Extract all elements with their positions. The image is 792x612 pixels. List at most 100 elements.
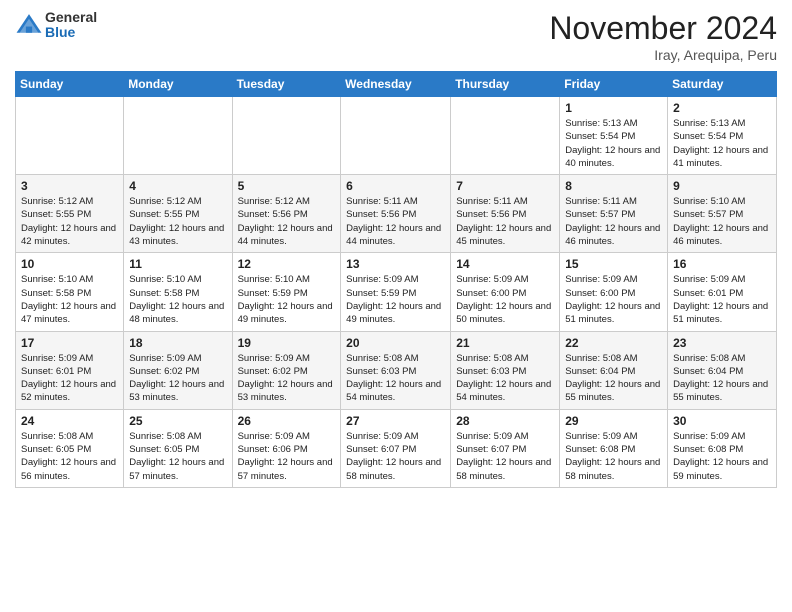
- calendar-cell: 29Sunrise: 5:09 AM Sunset: 6:08 PM Dayli…: [560, 409, 668, 487]
- calendar-cell: 28 Sunrise: 5:09 AM Sunset: 6:07 PM Dayli…: [451, 409, 560, 487]
- calendar-cell: 15Sunrise: 5:09 AM Sunset: 6:00 PM Dayli…: [560, 253, 668, 331]
- calendar-cell: 19Sunrise: 5:09 AM Sunset: 6:02 PM Dayli…: [232, 331, 341, 409]
- calendar-cell: 9 Sunrise: 5:10 AM Sunset: 5:57 PM Daylig…: [668, 175, 777, 253]
- logo-general-text: General: [45, 10, 97, 25]
- calendar-header-monday: Monday: [124, 72, 232, 97]
- day-info: Sunrise: 5:08 AM Sunset: 6:04 PM Dayligh…: [565, 352, 662, 405]
- day-number: 4: [129, 179, 226, 193]
- calendar-cell: 27 Sunrise: 5:09 AM Sunset: 6:07 PM Dayli…: [341, 409, 451, 487]
- day-info: Sunrise: 5:13 AM Sunset: 5:54 PM Dayligh…: [673, 117, 771, 170]
- day-info: Sunrise: 5:09 AM Sunset: 6:07 PM Dayligh…: [346, 430, 445, 483]
- month-title: November 2024: [549, 10, 777, 47]
- day-number: 8: [565, 179, 662, 193]
- calendar-header-sunday: Sunday: [16, 72, 124, 97]
- page: General Blue November 2024 Iray, Arequip…: [0, 0, 792, 503]
- day-info: Sunrise: 5:10 AM Sunset: 5:58 PM Dayligh…: [129, 273, 226, 326]
- calendar-cell: 18 Sunrise: 5:09 AM Sunset: 6:02 PM Dayli…: [124, 331, 232, 409]
- day-number: 9: [673, 179, 771, 193]
- day-info: Sunrise: 5:09 AM Sunset: 6:06 PM Dayligh…: [238, 430, 336, 483]
- day-number: 21: [456, 336, 554, 350]
- calendar-cell: 26 Sunrise: 5:09 AM Sunset: 6:06 PM Dayli…: [232, 409, 341, 487]
- day-info: Sunrise: 5:09 AM Sunset: 6:01 PM Dayligh…: [21, 352, 118, 405]
- day-info: Sunrise: 5:09 AM Sunset: 6:00 PM Dayligh…: [456, 273, 554, 326]
- day-info: Sunrise: 5:10 AM Sunset: 5:57 PM Dayligh…: [673, 195, 771, 248]
- calendar-cell: 22 Sunrise: 5:08 AM Sunset: 6:04 PM Dayli…: [560, 331, 668, 409]
- day-number: 26: [238, 414, 336, 428]
- day-info: Sunrise: 5:10 AM Sunset: 5:58 PM Dayligh…: [21, 273, 118, 326]
- calendar-cell: 5 Sunrise: 5:12 AM Sunset: 5:56 PM Daylig…: [232, 175, 341, 253]
- calendar-cell: 24Sunrise: 5:08 AM Sunset: 6:05 PM Dayli…: [16, 409, 124, 487]
- calendar-week-3: 10 Sunrise: 5:10 AM Sunset: 5:58 PM Dayli…: [16, 253, 777, 331]
- day-number: 6: [346, 179, 445, 193]
- calendar-cell: 13 Sunrise: 5:09 AM Sunset: 5:59 PM Dayli…: [341, 253, 451, 331]
- day-info: Sunrise: 5:09 AM Sunset: 6:01 PM Dayligh…: [673, 273, 771, 326]
- day-info: Sunrise: 5:08 AM Sunset: 6:04 PM Dayligh…: [673, 352, 771, 405]
- day-number: 28: [456, 414, 554, 428]
- day-number: 12: [238, 257, 336, 271]
- calendar-cell: 12 Sunrise: 5:10 AM Sunset: 5:59 PM Dayli…: [232, 253, 341, 331]
- day-number: 10: [21, 257, 118, 271]
- logo-blue-text: Blue: [45, 25, 97, 40]
- calendar: SundayMondayTuesdayWednesdayThursdayFrid…: [15, 71, 777, 488]
- calendar-cell: [124, 97, 232, 175]
- day-info: Sunrise: 5:12 AM Sunset: 5:55 PM Dayligh…: [129, 195, 226, 248]
- day-number: 23: [673, 336, 771, 350]
- day-info: Sunrise: 5:08 AM Sunset: 6:03 PM Dayligh…: [456, 352, 554, 405]
- calendar-cell: 11 Sunrise: 5:10 AM Sunset: 5:58 PM Dayli…: [124, 253, 232, 331]
- calendar-cell: 23 Sunrise: 5:08 AM Sunset: 6:04 PM Dayli…: [668, 331, 777, 409]
- calendar-cell: [232, 97, 341, 175]
- calendar-cell: 2Sunrise: 5:13 AM Sunset: 5:54 PM Daylig…: [668, 97, 777, 175]
- day-info: Sunrise: 5:11 AM Sunset: 5:56 PM Dayligh…: [346, 195, 445, 248]
- calendar-cell: 25Sunrise: 5:08 AM Sunset: 6:05 PM Dayli…: [124, 409, 232, 487]
- calendar-header-wednesday: Wednesday: [341, 72, 451, 97]
- day-number: 1: [565, 101, 662, 115]
- calendar-cell: [451, 97, 560, 175]
- day-info: Sunrise: 5:11 AM Sunset: 5:56 PM Dayligh…: [456, 195, 554, 248]
- calendar-cell: [341, 97, 451, 175]
- day-number: 14: [456, 257, 554, 271]
- day-info: Sunrise: 5:13 AM Sunset: 5:54 PM Dayligh…: [565, 117, 662, 170]
- day-number: 30: [673, 414, 771, 428]
- calendar-cell: 20Sunrise: 5:08 AM Sunset: 6:03 PM Dayli…: [341, 331, 451, 409]
- calendar-cell: 3Sunrise: 5:12 AM Sunset: 5:55 PM Daylig…: [16, 175, 124, 253]
- title-block: November 2024 Iray, Arequipa, Peru: [549, 10, 777, 63]
- day-number: 29: [565, 414, 662, 428]
- day-info: Sunrise: 5:08 AM Sunset: 6:05 PM Dayligh…: [21, 430, 118, 483]
- calendar-cell: 1 Sunrise: 5:13 AM Sunset: 5:54 PM Daylig…: [560, 97, 668, 175]
- day-info: Sunrise: 5:09 AM Sunset: 6:02 PM Dayligh…: [129, 352, 226, 405]
- day-number: 16: [673, 257, 771, 271]
- calendar-cell: 8 Sunrise: 5:11 AM Sunset: 5:57 PM Daylig…: [560, 175, 668, 253]
- calendar-week-2: 3 Sunrise: 5:12 AM Sunset: 5:55 PM Daylig…: [16, 175, 777, 253]
- day-info: Sunrise: 5:09 AM Sunset: 6:08 PM Dayligh…: [673, 430, 771, 483]
- location: Iray, Arequipa, Peru: [549, 47, 777, 63]
- day-info: Sunrise: 5:10 AM Sunset: 5:59 PM Dayligh…: [238, 273, 336, 326]
- day-info: Sunrise: 5:09 AM Sunset: 6:07 PM Dayligh…: [456, 430, 554, 483]
- day-number: 11: [129, 257, 226, 271]
- calendar-cell: 7 Sunrise: 5:11 AM Sunset: 5:56 PM Daylig…: [451, 175, 560, 253]
- header: General Blue November 2024 Iray, Arequip…: [15, 10, 777, 63]
- day-number: 18: [129, 336, 226, 350]
- day-number: 13: [346, 257, 445, 271]
- logo-icon: [15, 11, 43, 39]
- calendar-header-friday: Friday: [560, 72, 668, 97]
- day-info: Sunrise: 5:09 AM Sunset: 5:59 PM Dayligh…: [346, 273, 445, 326]
- day-number: 27: [346, 414, 445, 428]
- calendar-cell: 30 Sunrise: 5:09 AM Sunset: 6:08 PM Dayli…: [668, 409, 777, 487]
- calendar-header-row: SundayMondayTuesdayWednesdayThursdayFrid…: [16, 72, 777, 97]
- day-info: Sunrise: 5:08 AM Sunset: 6:05 PM Dayligh…: [129, 430, 226, 483]
- day-number: 17: [21, 336, 118, 350]
- day-info: Sunrise: 5:09 AM Sunset: 6:00 PM Dayligh…: [565, 273, 662, 326]
- day-number: 3: [21, 179, 118, 193]
- calendar-cell: 6 Sunrise: 5:11 AM Sunset: 5:56 PM Daylig…: [341, 175, 451, 253]
- logo: General Blue: [15, 10, 97, 41]
- day-info: Sunrise: 5:11 AM Sunset: 5:57 PM Dayligh…: [565, 195, 662, 248]
- day-info: Sunrise: 5:09 AM Sunset: 6:02 PM Dayligh…: [238, 352, 336, 405]
- calendar-cell: 21 Sunrise: 5:08 AM Sunset: 6:03 PM Dayli…: [451, 331, 560, 409]
- day-number: 22: [565, 336, 662, 350]
- day-number: 5: [238, 179, 336, 193]
- calendar-header-saturday: Saturday: [668, 72, 777, 97]
- calendar-cell: 14 Sunrise: 5:09 AM Sunset: 6:00 PM Dayli…: [451, 253, 560, 331]
- day-info: Sunrise: 5:12 AM Sunset: 5:56 PM Dayligh…: [238, 195, 336, 248]
- day-number: 7: [456, 179, 554, 193]
- calendar-week-4: 17 Sunrise: 5:09 AM Sunset: 6:01 PM Dayli…: [16, 331, 777, 409]
